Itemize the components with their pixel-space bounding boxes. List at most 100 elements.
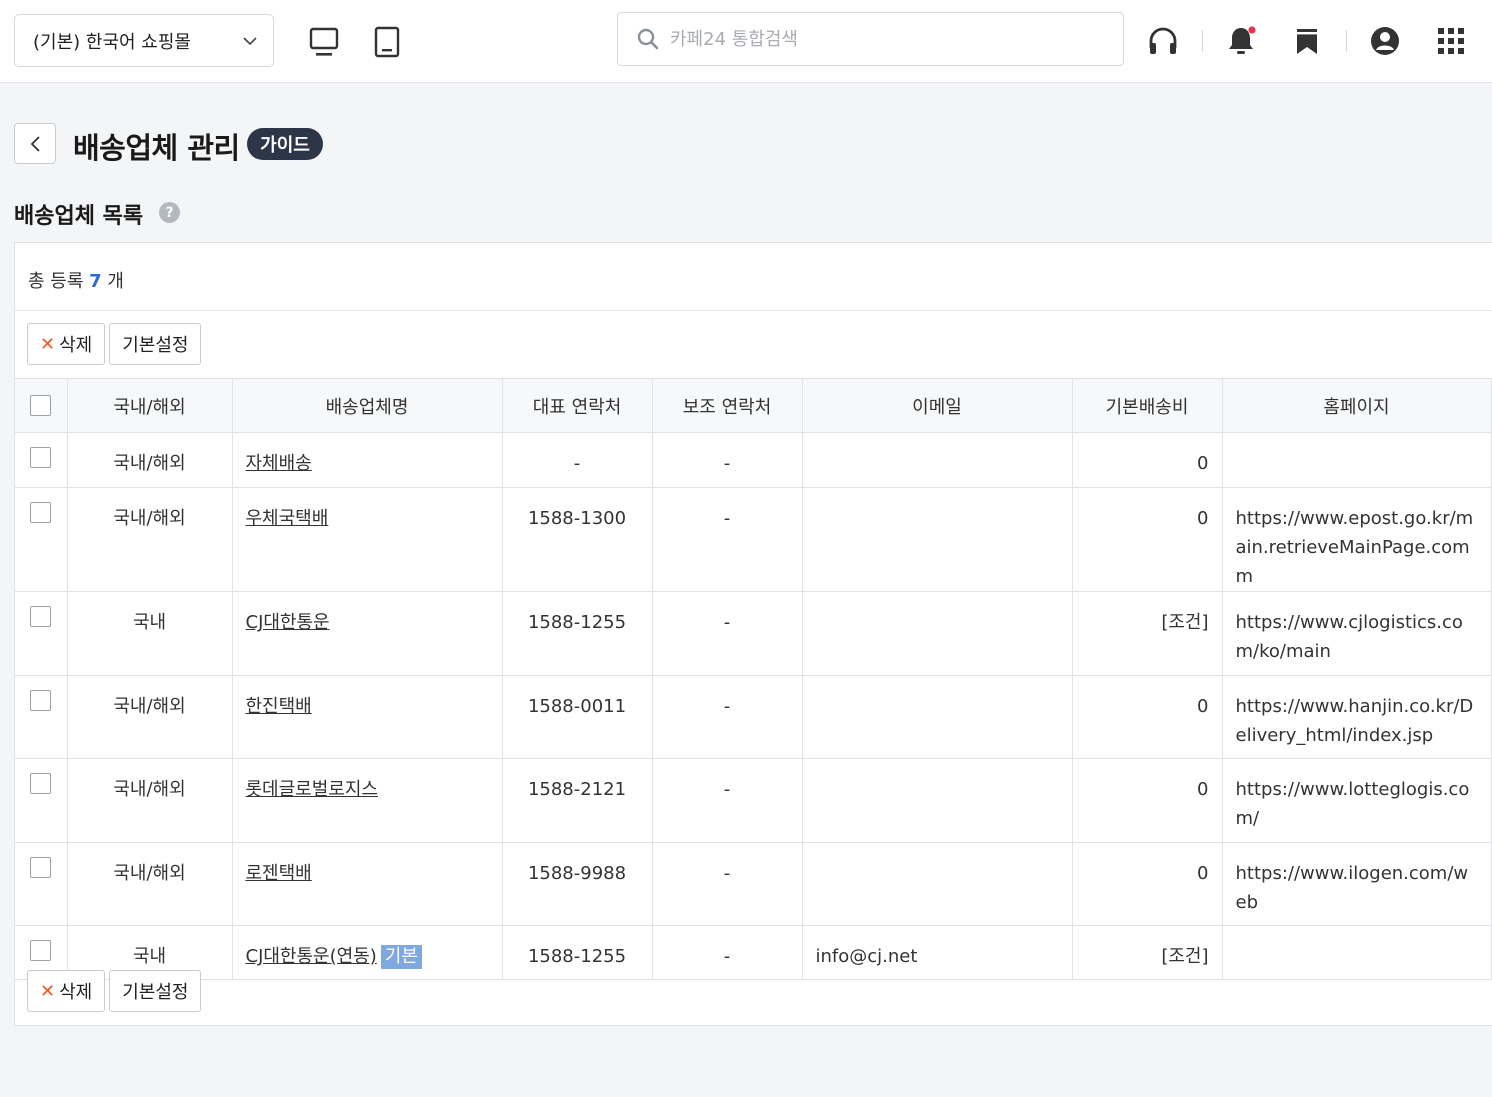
- homepage-cell: https://www.cjlogistics.com/ko/main: [1221, 591, 1492, 676]
- column-header[interactable]: 이메일: [801, 378, 1073, 433]
- total-suffix: 개: [107, 271, 124, 292]
- carrier-name-link[interactable]: 자체배송: [246, 453, 312, 474]
- carrier-name-cell: 롯데글로벌로지스: [231, 758, 503, 843]
- row-select-cell: [15, 675, 68, 759]
- sub-phone-cell: -: [651, 432, 803, 488]
- row-select-cell: [15, 591, 68, 676]
- mall-select[interactable]: (기본) 한국어 쇼핑몰: [14, 14, 274, 67]
- table-row: 국내/해외 한진택배 1588-0011 - 0 https://www.han…: [15, 675, 1492, 759]
- column-header[interactable]: 홈페이지: [1221, 378, 1492, 433]
- carrier-name-cell: 자체배송: [231, 432, 503, 488]
- tablet-icon[interactable]: [372, 26, 402, 58]
- carrier-list-panel: 총 등록 7 개 ✕ 삭제 기본설정 국내/해외 배송업체명 대표 연락처 보조…: [14, 242, 1492, 1026]
- set-default-button[interactable]: 기본설정: [109, 323, 202, 365]
- total-count: 총 등록 7 개: [15, 243, 1492, 311]
- account-icon[interactable]: [1368, 24, 1402, 58]
- delete-button[interactable]: ✕ 삭제: [27, 970, 106, 1012]
- select-all-cell: [15, 378, 68, 433]
- region-cell: 국내/해외: [66, 758, 233, 843]
- bookmark-icon[interactable]: [1290, 24, 1324, 58]
- carrier-name-link[interactable]: CJ대한통운(연동): [246, 946, 377, 967]
- guide-button[interactable]: 가이드: [247, 128, 323, 160]
- sub-phone-cell: -: [651, 487, 803, 592]
- carrier-name-cell: 우체국택배: [231, 487, 503, 592]
- row-checkbox[interactable]: [30, 857, 52, 878]
- carrier-name-cell: 로젠택배: [231, 842, 503, 926]
- default-badge: 기본: [380, 945, 422, 969]
- set-default-button[interactable]: 기본설정: [109, 970, 202, 1012]
- row-checkbox[interactable]: [30, 502, 52, 523]
- apps-grid-icon[interactable]: [1434, 24, 1468, 58]
- carrier-name-link[interactable]: 한진택배: [246, 696, 312, 717]
- homepage-cell: https://www.ilogen.com/web: [1221, 842, 1492, 926]
- carrier-name-cell: CJ대한통운(연동) 기본: [231, 925, 503, 980]
- delete-button[interactable]: ✕ 삭제: [27, 323, 106, 365]
- column-header[interactable]: 배송업체명: [231, 378, 503, 433]
- table-row: 국내/해외 자체배송 - - 0: [15, 432, 1492, 488]
- region-cell: 국내: [66, 591, 233, 676]
- search-box[interactable]: [617, 12, 1124, 66]
- row-checkbox[interactable]: [30, 690, 52, 711]
- carrier-name-link[interactable]: 우체국택배: [246, 508, 329, 529]
- homepage-cell: https://www.epost.go.kr/main.retrieveMai…: [1221, 487, 1492, 592]
- total-count-value: 7: [89, 271, 102, 292]
- homepage-cell: https://www.hanjin.co.kr/Delivery_html/i…: [1221, 675, 1492, 759]
- help-icon[interactable]: ?: [159, 202, 180, 223]
- action-bar-top: ✕ 삭제 기본설정: [27, 323, 202, 365]
- top-bar: (기본) 한국어 쇼핑몰: [0, 0, 1492, 83]
- region-cell: 국내/해외: [66, 432, 233, 488]
- column-header[interactable]: 대표 연락처: [501, 378, 653, 433]
- row-select-cell: [15, 842, 68, 926]
- section-title: 배송업체 목록: [14, 204, 144, 229]
- row-checkbox[interactable]: [30, 447, 52, 468]
- carrier-name-link[interactable]: 로젠택배: [246, 863, 312, 884]
- back-button[interactable]: [14, 123, 56, 164]
- row-select-cell: [15, 758, 68, 843]
- sub-phone-cell: -: [651, 675, 803, 759]
- row-checkbox[interactable]: [30, 773, 52, 794]
- toolbar-divider: [1346, 30, 1347, 52]
- table-row: 국내/해외 로젠택배 1588-9988 - 0 https://www.ilo…: [15, 842, 1492, 926]
- email-cell: [801, 758, 1073, 843]
- table-row: 국내 CJ대한통운 1588-1255 - [조건] https://www.c…: [15, 591, 1492, 676]
- phone-cell: 1588-9988: [501, 842, 653, 926]
- row-checkbox[interactable]: [30, 606, 52, 627]
- row-select-cell: [15, 487, 68, 592]
- carrier-name-cell: CJ대한통운: [231, 591, 503, 676]
- fee-cell: [조건]: [1071, 925, 1223, 980]
- fee-cell: 0: [1071, 758, 1223, 843]
- fee-cell: [조건]: [1071, 591, 1223, 676]
- table-row: 국내/해외 우체국택배 1588-1300 - 0 https://www.ep…: [15, 487, 1492, 592]
- phone-cell: 1588-0011: [501, 675, 653, 759]
- select-all-checkbox[interactable]: [30, 395, 52, 416]
- bell-icon[interactable]: [1224, 24, 1258, 58]
- desktop-icon[interactable]: [309, 26, 339, 58]
- email-cell: [801, 432, 1073, 488]
- page-title: 배송업체 관리: [73, 131, 240, 165]
- carrier-table: 국내/해외 배송업체명 대표 연락처 보조 연락처 이메일 기본배송비 홈페이지…: [15, 378, 1492, 980]
- fee-cell: 0: [1071, 487, 1223, 592]
- sub-phone-cell: -: [651, 758, 803, 843]
- row-checkbox[interactable]: [30, 940, 52, 961]
- sub-phone-cell: -: [651, 591, 803, 676]
- delete-label: 삭제: [59, 982, 93, 1003]
- column-header[interactable]: 기본배송비: [1071, 378, 1223, 433]
- email-cell: info@cj.net: [801, 925, 1073, 980]
- carrier-name-cell: 한진택배: [231, 675, 503, 759]
- action-bar-bottom: ✕ 삭제 기본설정: [27, 970, 202, 1012]
- sub-phone-cell: -: [651, 842, 803, 926]
- region-cell: 국내/해외: [66, 842, 233, 926]
- table-header-row: 국내/해외 배송업체명 대표 연락처 보조 연락처 이메일 기본배송비 홈페이지: [15, 378, 1492, 433]
- email-cell: [801, 487, 1073, 592]
- search-input[interactable]: [670, 21, 1110, 57]
- carrier-name-link[interactable]: 롯데글로벌로지스: [246, 779, 378, 800]
- homepage-cell: [1221, 432, 1492, 488]
- column-header[interactable]: 보조 연락처: [651, 378, 803, 433]
- table-row: 국내/해외 롯데글로벌로지스 1588-2121 - 0 https://www…: [15, 758, 1492, 843]
- email-cell: [801, 675, 1073, 759]
- region-cell: 국내/해외: [66, 487, 233, 592]
- carrier-name-link[interactable]: CJ대한통운: [246, 612, 330, 633]
- headset-icon[interactable]: [1146, 24, 1180, 58]
- column-header[interactable]: 국내/해외: [66, 378, 233, 433]
- phone-cell: 1588-1255: [501, 925, 653, 980]
